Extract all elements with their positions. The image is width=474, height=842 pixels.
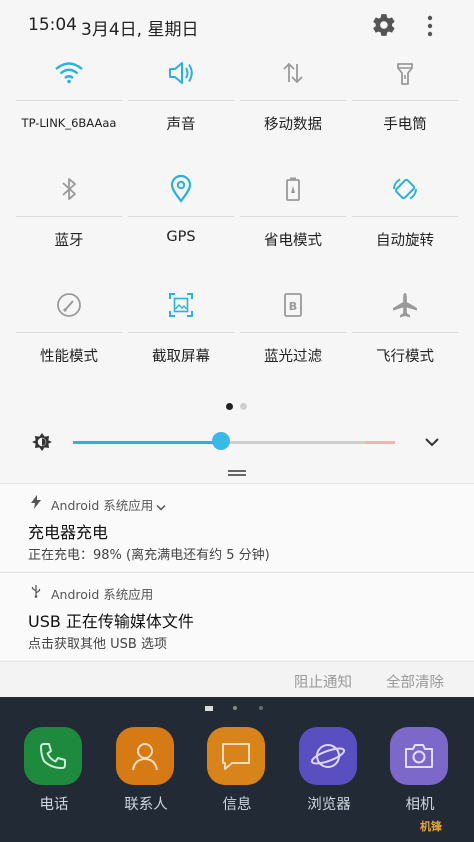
lightning-icon (30, 494, 42, 509)
tile-label: GPS (166, 229, 196, 245)
divider (240, 332, 346, 333)
tile-power-saving[interactable]: 省电模式 (238, 171, 348, 281)
mobile-data-icon (275, 55, 311, 91)
clear-all-button[interactable]: 全部清除 (386, 671, 444, 692)
tile-label: 飞行模式 (376, 349, 434, 365)
app-label: 浏览器 (307, 797, 351, 813)
divider (128, 100, 234, 101)
dock-app-browser[interactable]: 浏览器 (299, 727, 359, 827)
svg-text:B: B (289, 300, 297, 313)
auto-rotate-icon (387, 171, 423, 207)
flashlight-icon (387, 55, 423, 91)
clock: 15:04 (28, 15, 77, 35)
block-notifications-button[interactable]: 阻止通知 (294, 671, 352, 692)
tile-label: 蓝光过滤 (264, 349, 322, 365)
chevron-down-icon[interactable] (156, 497, 166, 511)
status-bar: 15:04 3月4日, 星期日 (0, 0, 474, 52)
notification-text: 正在充电：98% (离充满电还有约 5 分钟) (28, 548, 270, 563)
notification-text: 点击获取其他 USB 选项 (28, 637, 167, 652)
divider (240, 100, 346, 101)
page-dot (240, 403, 247, 410)
messages-icon (207, 727, 265, 785)
dock-app-phone[interactable]: 电话 (24, 727, 84, 827)
phone-icon (24, 727, 82, 785)
page-dot-active (226, 403, 233, 410)
wifi-icon (51, 55, 87, 91)
brightness-control (0, 422, 474, 464)
camera-icon (390, 727, 448, 785)
notification-app-name: Android 系统应用 (51, 587, 154, 602)
notification-panel: 15:04 3月4日, 星期日 TP-LINK_6BAAaa 声音 移动数据 手… (0, 0, 474, 697)
battery-saver-icon (275, 171, 311, 207)
brightness-slider-thumb[interactable] (212, 432, 230, 450)
divider (128, 332, 234, 333)
tile-label: 截取屏幕 (152, 349, 210, 365)
settings-gear-icon[interactable] (371, 12, 397, 38)
blue-light-filter-icon: B (275, 287, 311, 323)
tile-label: 声音 (166, 117, 196, 133)
notification-app-name: Android 系统应用 (51, 498, 154, 513)
browser-icon (299, 727, 357, 785)
tile-label: 蓝牙 (54, 233, 84, 249)
tile-sound[interactable]: 声音 (126, 55, 236, 165)
contacts-icon (116, 727, 174, 785)
dock-app-messages[interactable]: 信息 (207, 727, 267, 827)
tile-label: 省电模式 (264, 233, 322, 249)
notification-actions: 阻止通知 全部清除 (0, 661, 474, 697)
tile-auto-rotate[interactable]: 自动旋转 (350, 171, 460, 281)
app-label: 电话 (39, 797, 69, 813)
date: 3月4日, 星期日 (81, 20, 199, 40)
notification-title: 充电器充电 (28, 523, 109, 542)
chevron-down-icon[interactable] (422, 432, 442, 452)
app-label: 信息 (222, 797, 252, 813)
usb-icon (30, 583, 42, 598)
tile-wifi[interactable]: TP-LINK_6BAAaa (14, 55, 124, 165)
divider (352, 332, 458, 333)
brightness-slider-end (365, 441, 395, 444)
dock-app-camera[interactable]: 相机 (390, 727, 450, 827)
status-edge-icons (205, 697, 265, 711)
brightness-slider-fill (73, 441, 221, 444)
divider (16, 216, 122, 217)
app-label: 相机 (405, 797, 435, 813)
tile-performance[interactable]: 性能模式 (14, 287, 124, 397)
tile-screenshot[interactable]: 截取屏幕 (126, 287, 236, 397)
volume-icon (163, 55, 199, 91)
divider (352, 216, 458, 217)
screenshot-icon (163, 287, 199, 323)
divider (240, 216, 346, 217)
tile-label: 性能模式 (40, 349, 98, 365)
airplane-icon (387, 287, 423, 323)
notification-title: USB 正在传输媒体文件 (28, 612, 194, 631)
tile-label: 移动数据 (264, 117, 322, 133)
page-indicator (226, 403, 250, 411)
notification-usb[interactable]: Android 系统应用 USB 正在传输媒体文件 点击获取其他 USB 选项 (0, 572, 474, 660)
performance-icon (51, 287, 87, 323)
tile-flashlight[interactable]: 手电筒 (350, 55, 460, 165)
tile-label: TP-LINK_6BAAaa (21, 116, 117, 130)
more-options-icon[interactable] (418, 12, 442, 40)
divider (16, 100, 122, 101)
watermark: 机锋 (420, 820, 442, 833)
home-screen-dock: 电话 联系人 信息 浏览器 相机 机锋 (0, 697, 474, 842)
drag-handle[interactable] (228, 470, 246, 476)
app-label: 联系人 (124, 797, 168, 813)
dock-app-contacts[interactable]: 联系人 (116, 727, 176, 827)
gps-icon (163, 171, 199, 207)
tile-blue-light-filter[interactable]: B 蓝光过滤 (238, 287, 348, 397)
divider (128, 216, 234, 217)
divider (352, 100, 458, 101)
tile-label: 自动旋转 (376, 233, 434, 249)
tile-bluetooth[interactable]: 蓝牙 (14, 171, 124, 281)
tile-label: 手电筒 (383, 117, 427, 133)
divider (16, 332, 122, 333)
tile-mobile-data[interactable]: 移动数据 (238, 55, 348, 165)
tile-gps[interactable]: GPS (126, 171, 236, 281)
brightness-icon[interactable] (31, 431, 53, 453)
bluetooth-icon (51, 171, 87, 207)
tile-airplane-mode[interactable]: 飞行模式 (350, 287, 460, 397)
brightness-slider[interactable] (73, 441, 395, 444)
notification-charging[interactable]: Android 系统应用 充电器充电 正在充电：98% (离充满电还有约 5 分… (0, 483, 474, 571)
